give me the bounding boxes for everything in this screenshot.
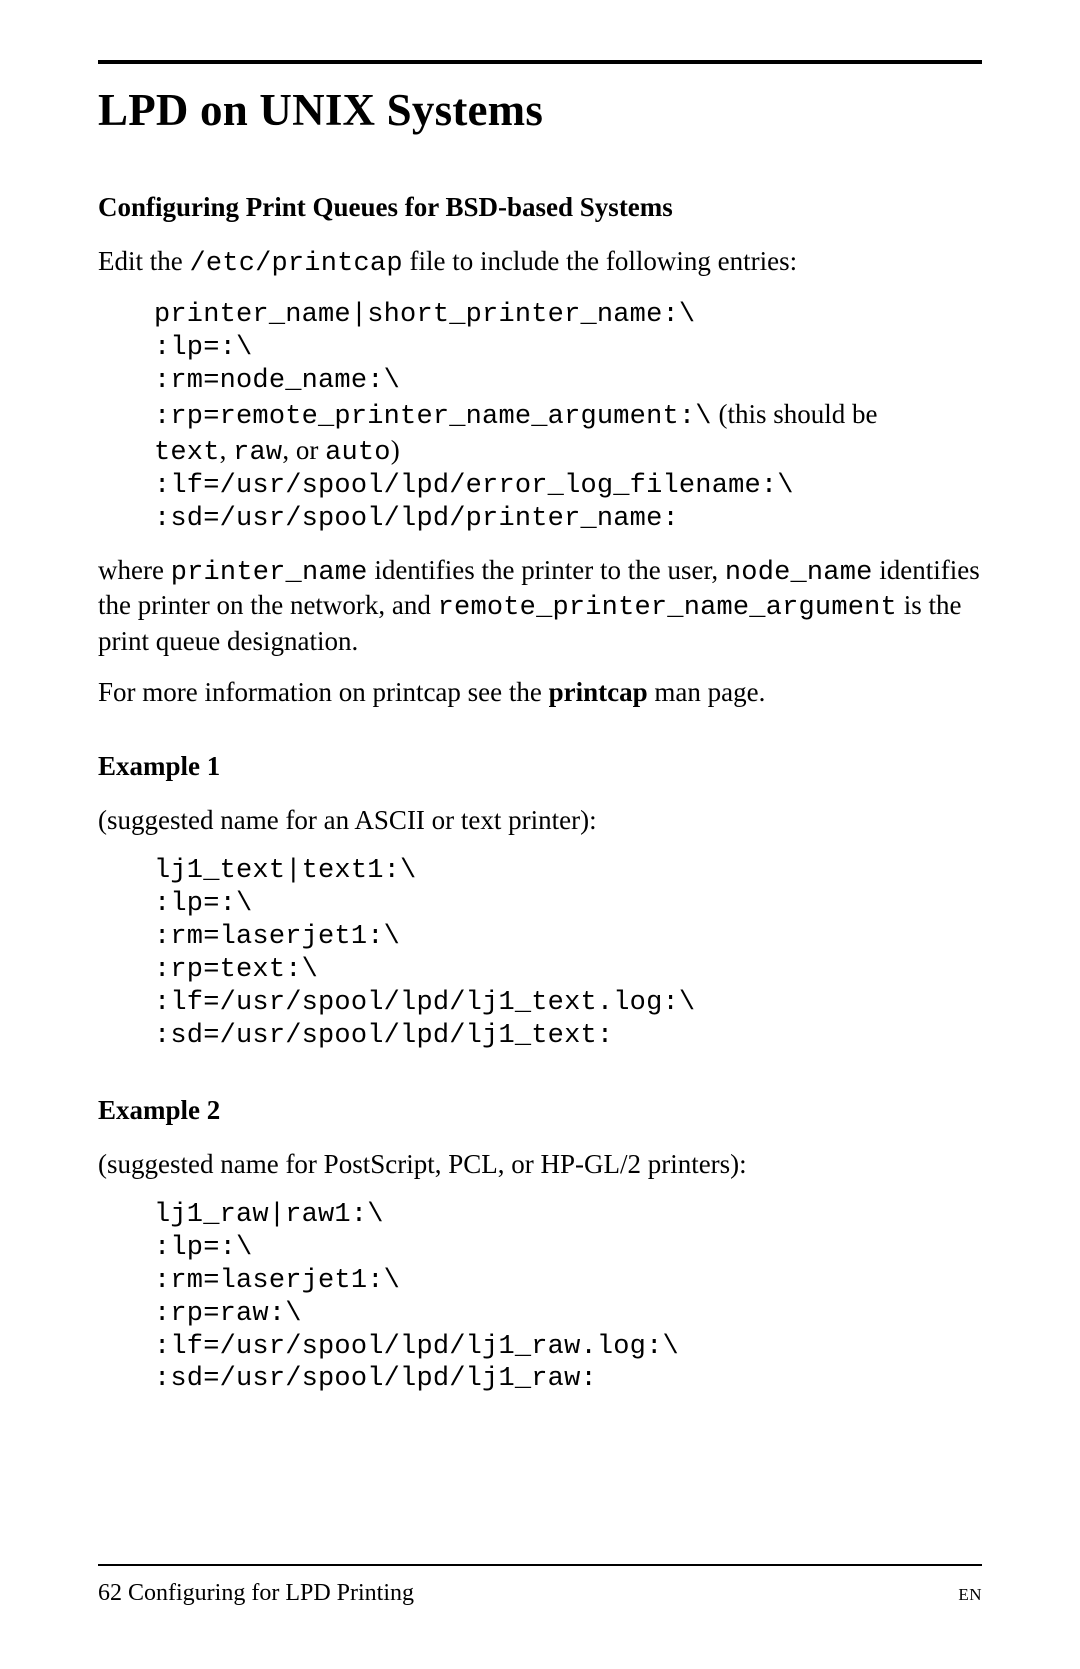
printcap-template: printer_name|short_printer_name:\ :lp=:\… [154,299,982,536]
template-text: ) [391,435,400,465]
page-title: LPD on UNIX Systems [98,84,982,136]
bottom-rule [98,1564,982,1566]
intro-code: /etc/printcap [189,249,402,279]
explain-text: where [98,555,171,585]
code-line: :rm=laserjet1:\ [154,1265,982,1298]
code-line: :lf=/usr/spool/lpd/lj1_raw.log:\ [154,1331,982,1364]
top-rule [98,60,982,64]
code-line: lj1_text|text1:\ [154,855,982,888]
example2-heading: Example 2 [98,1095,982,1126]
footer-right: EN [958,1585,982,1605]
more-bold: printcap [549,677,648,707]
code-line: :lf=/usr/spool/lpd/lj1_text.log:\ [154,987,982,1020]
code-line: lj1_raw|raw1:\ [154,1199,982,1232]
intro-post: file to include the following entries: [403,246,797,276]
explain-text: identifies the printer to the user, [368,555,725,585]
explain-code: remote_printer_name_argument [438,593,897,623]
template-line: printer_name|short_printer_name:\ [154,299,982,332]
page-footer: 62 Configuring for LPD Printing EN [98,1564,982,1607]
example1-heading: Example 1 [98,751,982,782]
template-code: raw [233,438,282,468]
template-text: , or [282,435,325,465]
code-line: :lp=:\ [154,1232,982,1265]
section-heading: Configuring Print Queues for BSD-based S… [98,192,982,223]
code-line: :sd=/usr/spool/lpd/lj1_text: [154,1020,982,1053]
template-line: :lp=:\ [154,332,982,365]
template-line: text, raw, or auto) [154,434,982,470]
template-code: :rp=remote_printer_name_argument:\ [154,402,712,432]
code-line: :rp=raw:\ [154,1298,982,1331]
example2-block: lj1_raw|raw1:\ :lp=:\ :rm=laserjet1:\ :r… [154,1199,982,1397]
template-line: :sd=/usr/spool/lpd/printer_name: [154,503,982,536]
example1-block: lj1_text|text1:\ :lp=:\ :rm=laserjet1:\ … [154,855,982,1053]
template-code: text [154,438,220,468]
code-line: :sd=/usr/spool/lpd/lj1_raw: [154,1363,982,1396]
explain-paragraph: where printer_name identifies the printe… [98,554,982,659]
explain-code: printer_name [171,558,368,588]
page-content: LPD on UNIX Systems Configuring Print Qu… [98,60,982,1414]
explain-code: node_name [725,558,873,588]
code-line: :lp=:\ [154,888,982,921]
intro-paragraph: Edit the /etc/printcap file to include t… [98,245,982,281]
code-line: :rp=text:\ [154,954,982,987]
example1-caption: (suggested name for an ASCII or text pri… [98,804,982,837]
template-code: auto [325,438,391,468]
more-text: For more information on printcap see the [98,677,549,707]
more-info-paragraph: For more information on printcap see the… [98,676,982,709]
template-line: :lf=/usr/spool/lpd/error_log_filename:\ [154,470,982,503]
template-line: :rp=remote_printer_name_argument:\ (this… [154,398,982,434]
more-text: man page. [648,677,766,707]
code-line: :rm=laserjet1:\ [154,921,982,954]
template-text: , [220,435,234,465]
example2-caption: (suggested name for PostScript, PCL, or … [98,1148,982,1181]
intro-pre: Edit the [98,246,189,276]
footer-left: 62 Configuring for LPD Printing [98,1580,414,1607]
template-note: (this should be [712,399,878,429]
template-line: :rm=node_name:\ [154,365,982,398]
footer-row: 62 Configuring for LPD Printing EN [98,1580,982,1607]
